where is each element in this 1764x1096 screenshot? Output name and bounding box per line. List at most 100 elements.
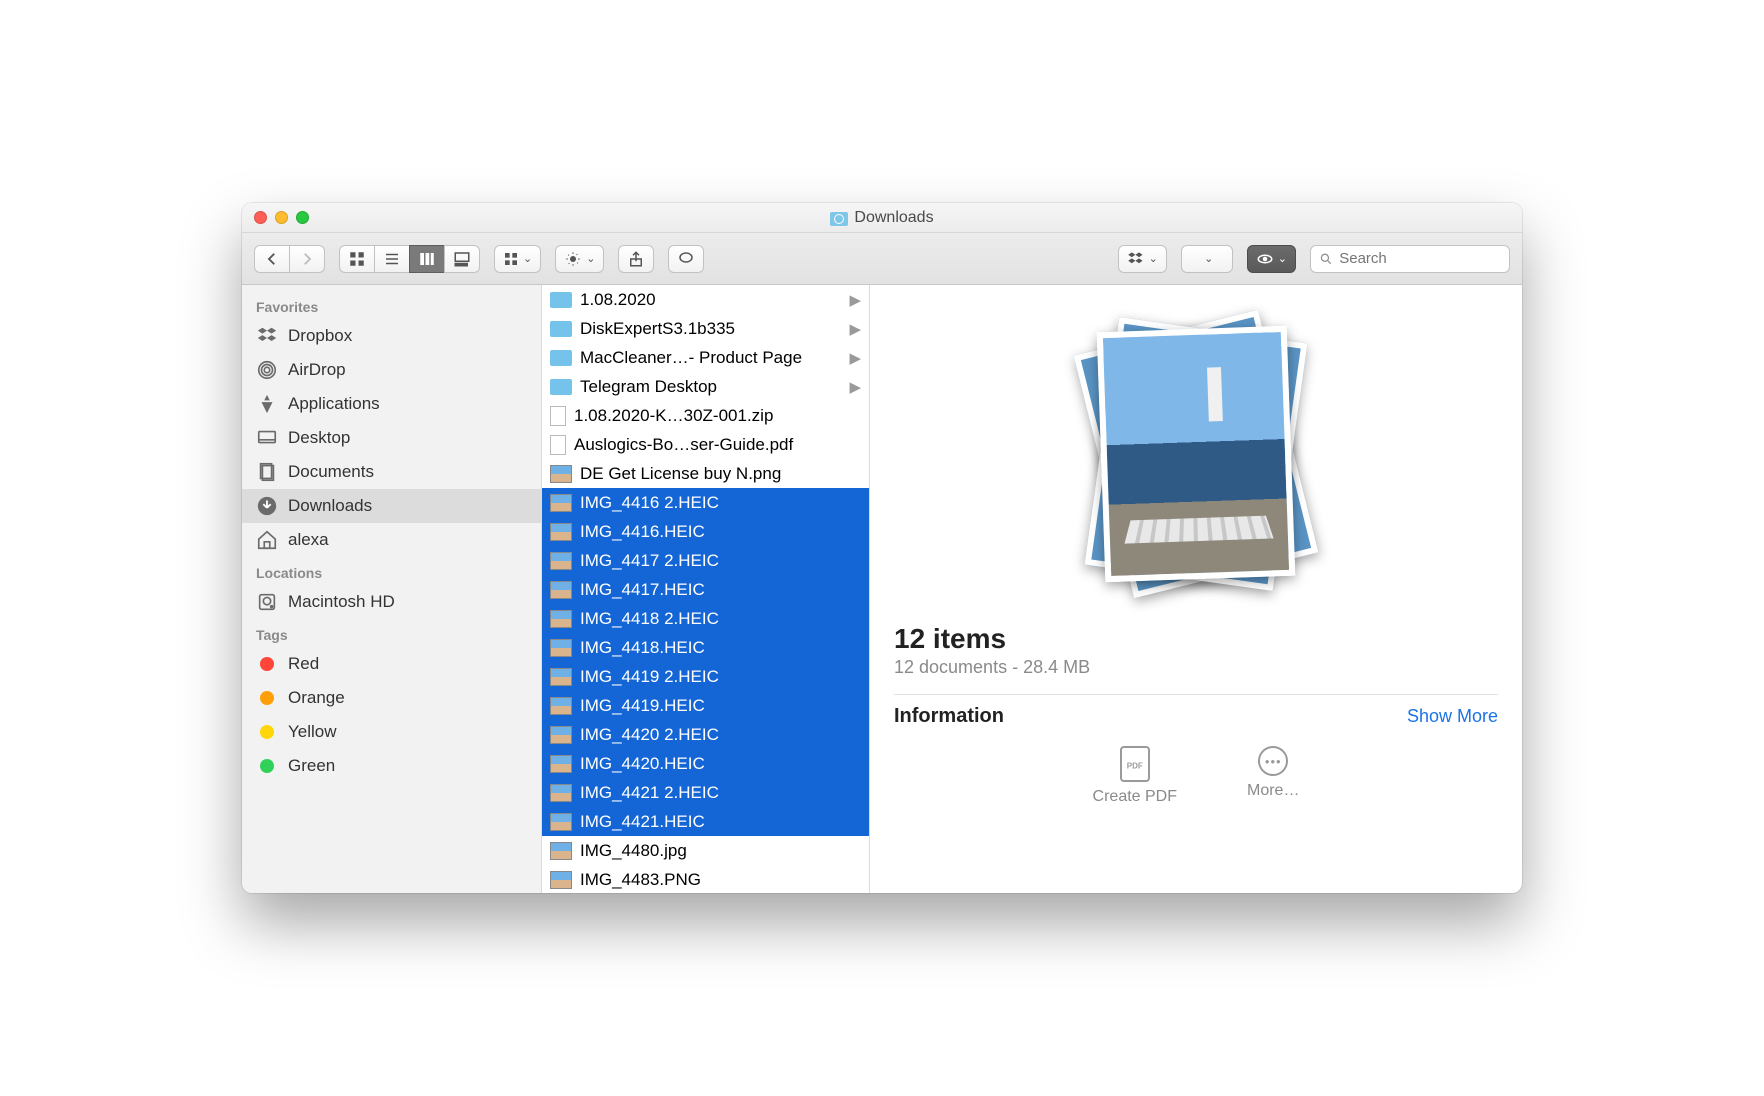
thumbnail: [1097, 326, 1296, 582]
list-view-button[interactable]: [374, 245, 410, 273]
file-name: IMG_4420 2.HEIC: [580, 725, 861, 745]
file-name: IMG_4421.HEIC: [580, 812, 861, 832]
sidebar-item-label: Applications: [288, 394, 380, 414]
img-icon: [550, 581, 572, 599]
file-row[interactable]: IMG_4416.HEIC: [542, 517, 869, 546]
back-button[interactable]: [254, 245, 290, 273]
file-row[interactable]: IMG_4418 2.HEIC: [542, 604, 869, 633]
sidebar-item-label: Documents: [288, 462, 374, 482]
file-row[interactable]: 1.08.2020▶: [542, 285, 869, 314]
file-row[interactable]: IMG_4483.PNG: [542, 865, 869, 893]
file-row[interactable]: DiskExpertS3.1b335▶: [542, 314, 869, 343]
group-by-button[interactable]: ⌄: [494, 245, 541, 273]
quick-actions: Create PDF More…: [894, 746, 1498, 806]
tags-button[interactable]: [668, 245, 704, 273]
forward-button[interactable]: [289, 245, 325, 273]
file-name: IMG_4483.PNG: [580, 870, 861, 890]
gallery-view-button[interactable]: [444, 245, 480, 273]
file-row[interactable]: IMG_4420 2.HEIC: [542, 720, 869, 749]
file-row[interactable]: IMG_4417.HEIC: [542, 575, 869, 604]
file-row[interactable]: MacCleaner…- Product Page▶: [542, 343, 869, 372]
file-name: IMG_4417.HEIC: [580, 580, 861, 600]
more-action[interactable]: More…: [1247, 746, 1299, 806]
file-name: IMG_4419 2.HEIC: [580, 667, 861, 687]
file-row[interactable]: 1.08.2020-K…30Z-001.zip: [542, 401, 869, 430]
airdrop-icon: [256, 359, 278, 381]
file-name: IMG_4420.HEIC: [580, 754, 861, 774]
folder-icon: [550, 321, 572, 337]
tag-dot-icon: [256, 687, 278, 709]
sidebar-item-documents[interactable]: Documents: [242, 455, 541, 489]
sidebar-item-green[interactable]: Green: [242, 749, 541, 783]
toolbar: ⌄ ⌄ ⌄ ⌄ ⌄: [242, 233, 1522, 285]
sidebar-item-orange[interactable]: Orange: [242, 681, 541, 715]
chevron-down-icon: ⌄: [1278, 252, 1287, 265]
file-row[interactable]: IMG_4421 2.HEIC: [542, 778, 869, 807]
file-row[interactable]: IMG_4421.HEIC: [542, 807, 869, 836]
sidebar-item-downloads[interactable]: Downloads: [242, 489, 541, 523]
file-row[interactable]: IMG_4420.HEIC: [542, 749, 869, 778]
file-row[interactable]: Auslogics-Bo…ser-Guide.pdf: [542, 430, 869, 459]
file-list: 1.08.2020▶DiskExpertS3.1b335▶MacCleaner……: [542, 285, 870, 893]
dropbox-button[interactable]: ⌄: [1118, 245, 1167, 273]
search-field[interactable]: [1310, 245, 1510, 273]
file-row[interactable]: IMG_4416 2.HEIC: [542, 488, 869, 517]
zoom-button[interactable]: [296, 211, 309, 224]
file-row[interactable]: Telegram Desktop▶: [542, 372, 869, 401]
window-controls: [254, 211, 309, 224]
disclosure-arrow-icon: ▶: [849, 349, 861, 367]
file-row[interactable]: IMG_4419.HEIC: [542, 691, 869, 720]
more-icon: [1258, 746, 1288, 776]
file-row[interactable]: DE Get License buy N.png: [542, 459, 869, 488]
search-input[interactable]: [1339, 250, 1501, 267]
sidebar-item-label: Downloads: [288, 496, 372, 516]
create-pdf-action[interactable]: Create PDF: [1093, 746, 1177, 806]
chevron-down-icon: ⌄: [1149, 252, 1158, 265]
sidebar-item-yellow[interactable]: Yellow: [242, 715, 541, 749]
img-icon: [550, 755, 572, 773]
folder-icon: [550, 350, 572, 366]
img-icon: [550, 871, 572, 889]
thumbnail-stack: [1066, 309, 1326, 609]
sidebar-item-macintosh-hd[interactable]: Macintosh HD: [242, 585, 541, 619]
sidebar-item-alexa[interactable]: alexa: [242, 523, 541, 557]
sidebar-item-applications[interactable]: Applications: [242, 387, 541, 421]
file-row[interactable]: IMG_4480.jpg: [542, 836, 869, 865]
file-name: 1.08.2020: [580, 290, 841, 310]
search-icon: [1319, 251, 1333, 267]
selection-count: 12 items: [894, 623, 1498, 655]
tag-dot-icon: [256, 755, 278, 777]
show-more-link[interactable]: Show More: [1407, 706, 1498, 727]
folder-icon: [550, 379, 572, 395]
img-icon: [550, 726, 572, 744]
sidebar-item-label: Green: [288, 756, 335, 776]
img-icon: [550, 668, 572, 686]
quicklook-button[interactable]: ⌄: [1247, 245, 1296, 273]
nav-buttons: [254, 245, 325, 273]
dropdown-button[interactable]: ⌄: [1181, 245, 1233, 273]
close-button[interactable]: [254, 211, 267, 224]
sidebar-item-airdrop[interactable]: AirDrop: [242, 353, 541, 387]
chevron-down-icon: ⌄: [1204, 252, 1213, 265]
action-label: Create PDF: [1093, 788, 1177, 806]
sidebar-item-label: Desktop: [288, 428, 350, 448]
preview-pane: 12 items 12 documents - 28.4 MB Informat…: [870, 285, 1522, 893]
file-row[interactable]: IMG_4419 2.HEIC: [542, 662, 869, 691]
sidebar-item-red[interactable]: Red: [242, 647, 541, 681]
action-menu-button[interactable]: ⌄: [555, 245, 604, 273]
share-button[interactable]: [618, 245, 654, 273]
file-name: Telegram Desktop: [580, 377, 841, 397]
file-row[interactable]: IMG_4418.HEIC: [542, 633, 869, 662]
icon-view-button[interactable]: [339, 245, 375, 273]
body: FavoritesDropboxAirDropApplicationsDeskt…: [242, 285, 1522, 893]
file-icon: [550, 406, 566, 426]
minimize-button[interactable]: [275, 211, 288, 224]
column-view-button[interactable]: [409, 245, 445, 273]
file-row[interactable]: IMG_4417 2.HEIC: [542, 546, 869, 575]
sidebar-item-desktop[interactable]: Desktop: [242, 421, 541, 455]
img-icon: [550, 697, 572, 715]
sidebar-item-label: Orange: [288, 688, 345, 708]
sidebar-item-dropbox[interactable]: Dropbox: [242, 319, 541, 353]
chevron-down-icon: ⌄: [523, 252, 532, 265]
sidebar-item-label: alexa: [288, 530, 329, 550]
